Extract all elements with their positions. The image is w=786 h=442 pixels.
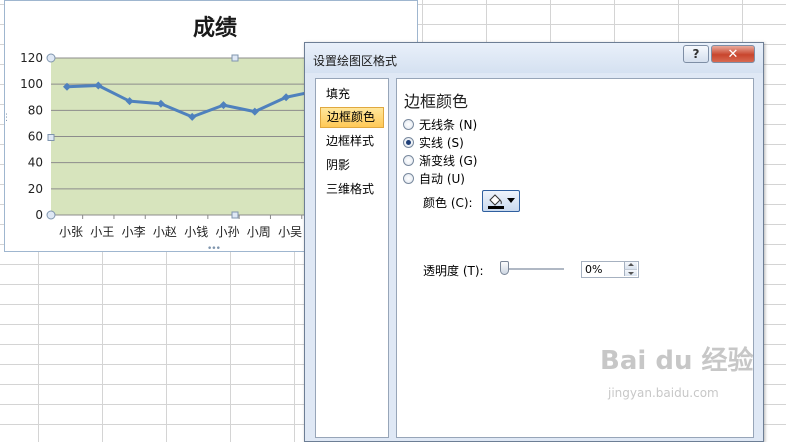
- transparency-slider-track[interactable]: [502, 268, 564, 271]
- x-tick-label: 小吴: [278, 225, 302, 239]
- y-tick-label: 120: [20, 51, 43, 65]
- chart-title: 成绩: [193, 15, 237, 41]
- x-tick-label: 小孙: [215, 225, 239, 239]
- y-tick-label: 40: [28, 156, 43, 170]
- selection-handle: [46, 210, 56, 220]
- nav-item-shadow[interactable]: 阴影: [320, 155, 384, 176]
- watermark-logo: Bai du 经验: [600, 346, 754, 376]
- radio-icon[interactable]: [403, 173, 414, 184]
- option-automatic[interactable]: 自动 (U): [403, 170, 465, 187]
- nav-item-3d-format[interactable]: 三维格式: [320, 179, 384, 200]
- transparency-slider-thumb[interactable]: [500, 261, 509, 275]
- selection-handle: [231, 211, 239, 219]
- option-no-line[interactable]: 无线条 (N): [403, 116, 477, 133]
- arrow-up-icon: [628, 263, 634, 266]
- y-tick-label: 60: [28, 130, 43, 144]
- option-label: 无线条 (N): [419, 118, 478, 132]
- x-tick-label: 小李: [122, 224, 146, 239]
- paint-bucket-icon: [488, 194, 504, 209]
- resize-handle-left[interactable]: ⋮: [2, 114, 11, 123]
- close-button[interactable]: ✕: [711, 45, 755, 63]
- option-gradient-line[interactable]: 渐变线 (G): [403, 152, 477, 169]
- radio-icon[interactable]: [403, 119, 414, 130]
- x-tick-label: 小周: [247, 225, 271, 239]
- color-picker-button[interactable]: [482, 190, 520, 212]
- y-tick-label: 20: [28, 182, 43, 196]
- option-solid-line[interactable]: 实线 (S): [403, 134, 464, 151]
- resize-handle-bottom[interactable]: •••: [207, 245, 221, 254]
- option-label: 实线 (S): [419, 136, 464, 150]
- spin-up-button[interactable]: [624, 262, 637, 269]
- spin-down-button[interactable]: [624, 269, 637, 276]
- x-tick-label: 小王: [90, 225, 114, 239]
- dropdown-arrow-icon: [507, 198, 515, 203]
- transparency-value: 0%: [585, 263, 603, 276]
- baidu-watermark: Bai du 经验 jingyan.baidu.com: [600, 340, 770, 410]
- watermark-url: jingyan.baidu.com: [608, 386, 719, 400]
- x-tick-label: 小赵: [153, 225, 177, 239]
- selection-handle: [46, 53, 56, 63]
- y-tick-label: 80: [28, 103, 43, 117]
- category-nav: 填充 边框颜色 边框样式 阴影 三维格式: [315, 78, 389, 438]
- transparency-input[interactable]: 0%: [581, 261, 639, 278]
- x-tick-label: 小钱: [184, 224, 208, 239]
- arrow-down-icon: [628, 272, 634, 275]
- nav-item-border-style[interactable]: 边框样式: [320, 131, 384, 152]
- option-label: 自动 (U): [419, 172, 465, 186]
- y-tick-label: 100: [20, 77, 43, 91]
- dialog-titlebar[interactable]: 设置绘图区格式 ? ✕: [305, 43, 763, 73]
- help-button[interactable]: ?: [683, 45, 709, 63]
- nav-item-fill[interactable]: 填充: [320, 84, 384, 105]
- selection-handle: [231, 54, 239, 62]
- radio-icon[interactable]: [403, 137, 414, 148]
- section-title: 边框颜色: [404, 92, 469, 111]
- transparency-label: 透明度 (T):: [423, 264, 484, 278]
- x-tick-label: 小张: [59, 225, 83, 239]
- color-label: 颜色 (C):: [423, 196, 473, 210]
- y-tick-label: 0: [35, 208, 43, 222]
- nav-item-border-color[interactable]: 边框颜色: [320, 107, 384, 128]
- option-label: 渐变线 (G): [419, 154, 478, 168]
- close-icon: ✕: [727, 46, 739, 62]
- dialog-title: 设置绘图区格式: [313, 54, 398, 68]
- selection-handle: [47, 134, 55, 141]
- radio-icon[interactable]: [403, 155, 414, 166]
